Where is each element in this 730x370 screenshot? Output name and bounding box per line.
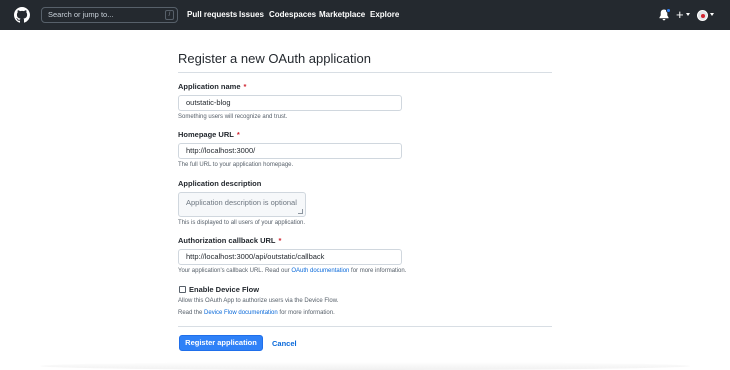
title-divider bbox=[178, 72, 552, 73]
description-placeholder: Application description is optional bbox=[186, 198, 297, 207]
homepage-url-label: Homepage URL * bbox=[178, 130, 240, 139]
device-flow-note: Allow this OAuth App to authorize users … bbox=[178, 298, 339, 304]
top-header: Search or jump to... / Pull requests Iss… bbox=[0, 0, 730, 30]
device-note-suffix: for more information. bbox=[279, 310, 335, 316]
callback-url-label-text: Authorization callback URL bbox=[178, 236, 276, 245]
app-name-label: Application name * bbox=[178, 82, 246, 91]
callback-note-suffix: for more information. bbox=[351, 268, 407, 274]
resize-handle-icon[interactable] bbox=[298, 209, 303, 214]
search-input[interactable]: Search or jump to... / bbox=[41, 7, 178, 23]
chevron-down-icon[interactable] bbox=[710, 13, 714, 16]
chevron-down-icon[interactable] bbox=[686, 13, 690, 16]
app-name-note: Something users will recognize and trust… bbox=[178, 114, 288, 120]
nav-explore[interactable]: Explore bbox=[370, 10, 399, 19]
nav-issues[interactable]: Issues bbox=[239, 10, 264, 19]
github-logo-icon[interactable] bbox=[14, 7, 30, 23]
callback-url-label: Authorization callback URL * bbox=[178, 236, 281, 245]
search-placeholder: Search or jump to... bbox=[48, 10, 114, 19]
plus-icon[interactable]: + bbox=[676, 7, 684, 22]
homepage-url-field[interactable]: http://localhost:3000/ bbox=[178, 143, 402, 159]
device-flow-label[interactable]: Enable Device Flow bbox=[189, 285, 259, 294]
device-flow-doc-note: Read the Device Flow documentation for m… bbox=[178, 310, 335, 316]
homepage-url-label-text: Homepage URL bbox=[178, 130, 234, 139]
notification-indicator bbox=[666, 8, 671, 13]
page-shadow bbox=[40, 362, 690, 370]
required-mark: * bbox=[243, 82, 247, 91]
app-name-label-text: Application name bbox=[178, 82, 241, 91]
avatar[interactable] bbox=[697, 10, 708, 21]
description-label: Application description bbox=[178, 179, 262, 188]
description-textarea[interactable]: Application description is optional bbox=[178, 192, 306, 217]
oauth-documentation-link[interactable]: OAuth documentation bbox=[291, 268, 349, 274]
form-divider bbox=[178, 326, 552, 327]
device-flow-documentation-link[interactable]: Device Flow documentation bbox=[204, 310, 278, 316]
required-mark: * bbox=[278, 236, 282, 245]
search-shortcut-key: / bbox=[165, 10, 174, 20]
device-note-prefix: Read the bbox=[178, 310, 203, 316]
device-flow-checkbox[interactable] bbox=[179, 286, 186, 293]
page-title: Register a new OAuth application bbox=[178, 51, 371, 66]
callback-note-prefix: Your application's callback URL. Read ou… bbox=[178, 268, 290, 274]
callback-url-field[interactable]: http://localhost:3000/api/outstatic/call… bbox=[178, 249, 402, 265]
cancel-button[interactable]: Cancel bbox=[272, 339, 297, 348]
homepage-url-note: The full URL to your application homepag… bbox=[178, 162, 294, 168]
nav-marketplace[interactable]: Marketplace bbox=[319, 10, 365, 19]
avatar-image bbox=[700, 13, 705, 18]
required-mark: * bbox=[236, 130, 240, 139]
app-name-field[interactable]: outstatic-blog bbox=[178, 95, 402, 111]
register-application-button[interactable]: Register application bbox=[179, 335, 263, 351]
nav-codespaces[interactable]: Codespaces bbox=[269, 10, 316, 19]
description-note: This is displayed to all users of your a… bbox=[178, 220, 306, 226]
nav-pull-requests[interactable]: Pull requests bbox=[187, 10, 237, 19]
callback-url-note: Your application's callback URL. Read ou… bbox=[178, 268, 406, 274]
